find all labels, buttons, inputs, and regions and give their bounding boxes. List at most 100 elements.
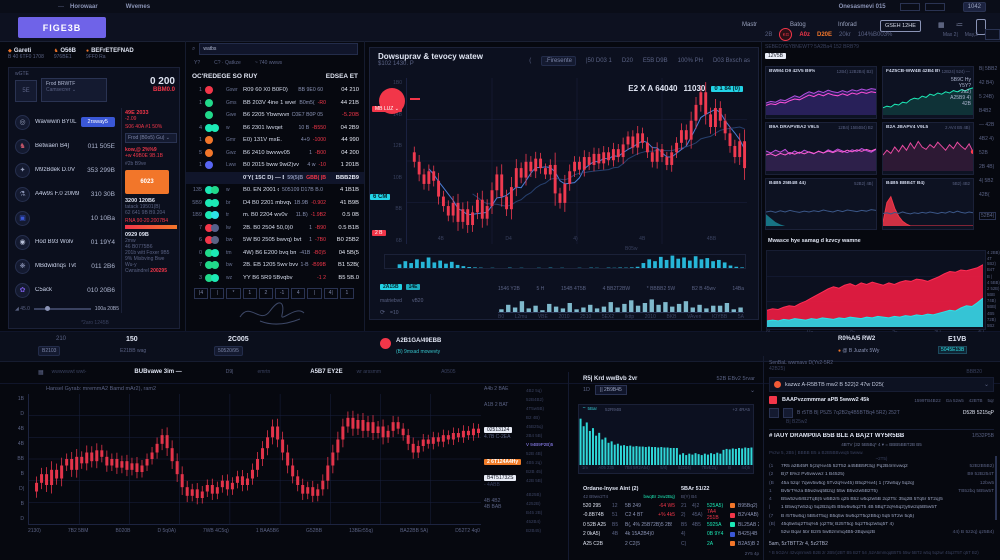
tb-2[interactable]: D9| — [226, 369, 234, 375]
ranking-row[interactable]: 4) 0B 9Y4 B425)4B 22YB — [681, 530, 759, 540]
top-chip[interactable]: 1042 — [963, 2, 986, 12]
mini-panel-3[interactable]: B9A DRAPVBA2 V9L512B4) 15B4B4) B2 — [765, 122, 877, 175]
watchlist-item[interactable]: ▣ 10 10Ba — [9, 206, 121, 230]
indicator-item[interactable]: B2B45) — [526, 528, 562, 537]
market-row[interactable]: 6 bw 5W B0 2505 bwvq) bvt 1 -7B0 B0 25B2 — [186, 234, 364, 247]
watchlist-search-input[interactable]: Frod BRWTF Camsecrer ⌄ — [41, 78, 107, 102]
watchlist-item[interactable]: ✿ C5ack 010 20B6 — [9, 278, 121, 302]
indicator-item[interactable]: 45B25q) — [526, 424, 562, 433]
watchlist-item[interactable]: ◎ Wavwwin BY0L 2rsway5 — [9, 110, 121, 134]
tb-1[interactable]: BUBvawe 3im — — [134, 369, 181, 375]
watchlist-item[interactable]: ⚗ A4w9s F.0 20M9 310 30B — [9, 182, 121, 206]
indicator-item[interactable]: 4T5w5B) — [526, 406, 562, 415]
watchlist-item[interactable]: ✦ M9zBdek D.0V 353 299B — [9, 158, 121, 182]
price-badge-cyan[interactable]: 6 CM — [370, 194, 390, 200]
watchlist-item[interactable]: ◉ Hod B93 Wolv 01 19Y4 — [9, 230, 121, 254]
bottom-chart-plot[interactable] — [28, 394, 481, 525]
slim-stat[interactable]: 4| 5B2 — [979, 178, 1000, 192]
price-badge-red-2[interactable]: 2 B — [372, 230, 386, 236]
news-list-item[interactable]: (B 45a 52qr 7qwv5w5q) 5Tv2q%v45) B5q2%v4… — [769, 481, 994, 489]
mini-panel-6[interactable]: B4B5 BBB4T B4)5B2) 4B2 — [882, 178, 974, 230]
toggle-1[interactable] — [900, 3, 920, 11]
news-list-item[interactable]: | 1 B5wq7w52q) 5q2B2q45 B5w5w5q2T5 4B 5B… — [769, 505, 994, 513]
market-row[interactable]: 3 wz YY B6 5R9 5Bvqbv -1 2 B5 5B.0 — [186, 272, 364, 285]
sidebar-dropdown[interactable]: Frod (B0o5) Gu) ⌄ — [125, 133, 177, 143]
slim-stat[interactable]: — 42B — [979, 122, 1000, 136]
mini-panel-4[interactable]: B2A JBAPV4 V9L52 AV4 B5 4B) — [882, 122, 974, 175]
tb-4[interactable]: A5B7 EY2E — [310, 369, 342, 375]
order-row[interactable]: 2 0kA5) 4B 4k 15A2B4)0 — [583, 530, 675, 540]
market-row[interactable]: 1 Gswr R09 60 X0 B0F0) BB 9E0 60 04 210 — [186, 84, 364, 97]
ctrl-0[interactable]: ( — [529, 58, 531, 64]
news-headline-row[interactable]: kazwz A-R5BTB mw2 B 522)2 47w D25( ⌄ — [769, 377, 994, 392]
ranking-row[interactable]: B5 4B5 5925A BL25AB 225B( — [681, 520, 759, 530]
tab-3[interactable]: 100% PH — [678, 58, 703, 64]
news-row-3[interactable]: B r5TB B| P5Z5 7q2B2q4B5BTBq4 5R2) 252T … — [769, 408, 994, 418]
menu-item-1[interactable]: Horowaar — [70, 4, 98, 10]
filter-2[interactable]: C? · Qatkze — [214, 60, 241, 66]
market-row[interactable]: 7 bw 2B. EB 1205 5wv bvv 1-B -B99B B1 52… — [186, 259, 364, 272]
rh-orange[interactable]: D20E — [817, 32, 832, 38]
page-button[interactable]: | — [210, 288, 224, 299]
slider-track[interactable] — [34, 308, 91, 310]
page-button[interactable]: | — [307, 288, 321, 299]
filter-1[interactable]: Y? — [194, 60, 200, 66]
slim-stat[interactable]: 5 24B) — [979, 94, 1000, 108]
slider-handle[interactable] — [45, 306, 50, 311]
order-row[interactable]: 0 52B A25 B5 B(, 4% 25B72B)5 2B5 — [583, 520, 675, 530]
ctrl-2[interactable]: |50 D03 1 — [586, 58, 612, 64]
slim-stat[interactable]: 52B — [979, 150, 1000, 164]
indicator-item[interactable]: B2B 45) — [526, 469, 562, 478]
indicator-item-active[interactable]: V 94B9P2B)5 — [526, 442, 562, 451]
indicator-item[interactable]: 52B 4B) — [526, 451, 562, 460]
indicator-item[interactable]: 4B25B) — [526, 492, 562, 501]
slim-stat[interactable]: 42B( — [979, 192, 1000, 206]
indicator-item[interactable]: 4252B) — [526, 501, 562, 510]
mini-panel-1[interactable]: BWM4 D9 42V5 B9%12B4) 12B2B4) B2) — [765, 66, 877, 119]
page-button[interactable]: -1 — [275, 288, 289, 299]
area-chart[interactable] — [766, 250, 986, 330]
vol-chip-2[interactable]: 14E — [406, 284, 421, 290]
chevron-down-icon[interactable]: ⌄ — [984, 381, 989, 388]
market-row[interactable]: 5B9 br D4 B0 2201 mbvqwt 1B.9B -0.902 41… — [186, 197, 364, 210]
tab-1[interactable]: D20 — [622, 58, 633, 64]
indicator-item[interactable]: 4B2 5q) — [526, 388, 562, 397]
mini-panel-5[interactable]: B4B5 25B4B 44)52B2) 4B( — [765, 178, 877, 230]
nav-link-1[interactable]: Mastr — [742, 22, 757, 28]
watchlist-item[interactable]: ♞ Betwaen B4) 011 505E — [9, 134, 121, 158]
tab-2[interactable]: E5B D9B — [643, 58, 668, 64]
tb-6[interactable]: A0505 — [441, 369, 455, 375]
page-button[interactable]: 1 — [243, 288, 257, 299]
page-button[interactable]: * — [226, 288, 240, 299]
bh-chip[interactable]: B2103 — [38, 346, 60, 356]
mini-panel-2[interactable]: F4Z5CB-WW4B 42B4 BV5(12B24) 524) — 5B9C … — [882, 66, 974, 119]
rh-may[interactable]: May,2 — [965, 32, 978, 38]
rh-red[interactable]: A0z — [799, 32, 810, 38]
market-row[interactable]: 1 Gmr E0) 131V mxE. 4+9 -1000 44 990 — [186, 134, 364, 147]
news-list-item[interactable]: (1 7R5 a2B45R 5(2q%v45 52T52 a45BB5R3q) … — [769, 464, 994, 472]
market-row[interactable]: Gwe B6 2205 Ybwrwvm C0E7 B0P 05 -5.20B — [186, 109, 364, 122]
market-row[interactable]: 1 Gms BB 203V 4ine 1 wvef B0m5( -R0 44 2… — [186, 97, 364, 110]
orange-button[interactable]: 6023 — [125, 170, 169, 194]
news-row-2[interactable]: BAAPvzzmmmar aPB 5www2 45k 1599TB4B22 Ga… — [769, 396, 994, 404]
market-row[interactable]: 0'Y( 15C D) — B-G2 (1.H2 | 59(5(B GBB( |… — [186, 172, 364, 185]
news-list-item[interactable]: 4 B5w5zw5rB2TqB)5 w5B2r5 q25 B52 w5q2w5B… — [769, 497, 994, 505]
market-row[interactable]: 5 Gwz B6 2410 bwvwv05 1 -B00 04 200 — [186, 147, 364, 160]
news-list-item[interactable]: 1 Bv5rT%za B5wzwq5B2q) 55w B5w2w5B2T5) T… — [769, 489, 994, 497]
refresh-icon[interactable]: ⟳ — [380, 309, 385, 316]
chevron-down-icon[interactable]: ⌄ — [750, 387, 755, 394]
news-list-item[interactable]: (7 B r5T5w5q) 5B54T5q) B5q5w 5w5q2T5q2B5… — [769, 514, 994, 522]
bh-g2b[interactable]: 50520/95 — [214, 346, 243, 356]
vol-chip-1[interactable]: 2A15B — [380, 284, 402, 290]
tb-3[interactable]: emrtn — [257, 369, 270, 375]
price-badge-red-1[interactable]: MB LUZ ⌄ — [372, 106, 402, 112]
page-button[interactable]: |4 — [194, 288, 208, 299]
page-button[interactable]: 4 — [291, 288, 305, 299]
toolbar-icon[interactable]: ▦ — [38, 369, 44, 376]
rh-m1[interactable]: 20kr — [839, 32, 851, 38]
tf-label[interactable]: 1D — [583, 387, 590, 393]
market-search-input[interactable]: watbs — [199, 43, 358, 55]
page-button[interactable]: 4| — [324, 288, 338, 299]
market-row[interactable]: 135 w B0. EN 2001 dwcb 505109 D17B B.0 4… — [186, 184, 364, 197]
alert-icon[interactable]: KG — [779, 28, 792, 41]
